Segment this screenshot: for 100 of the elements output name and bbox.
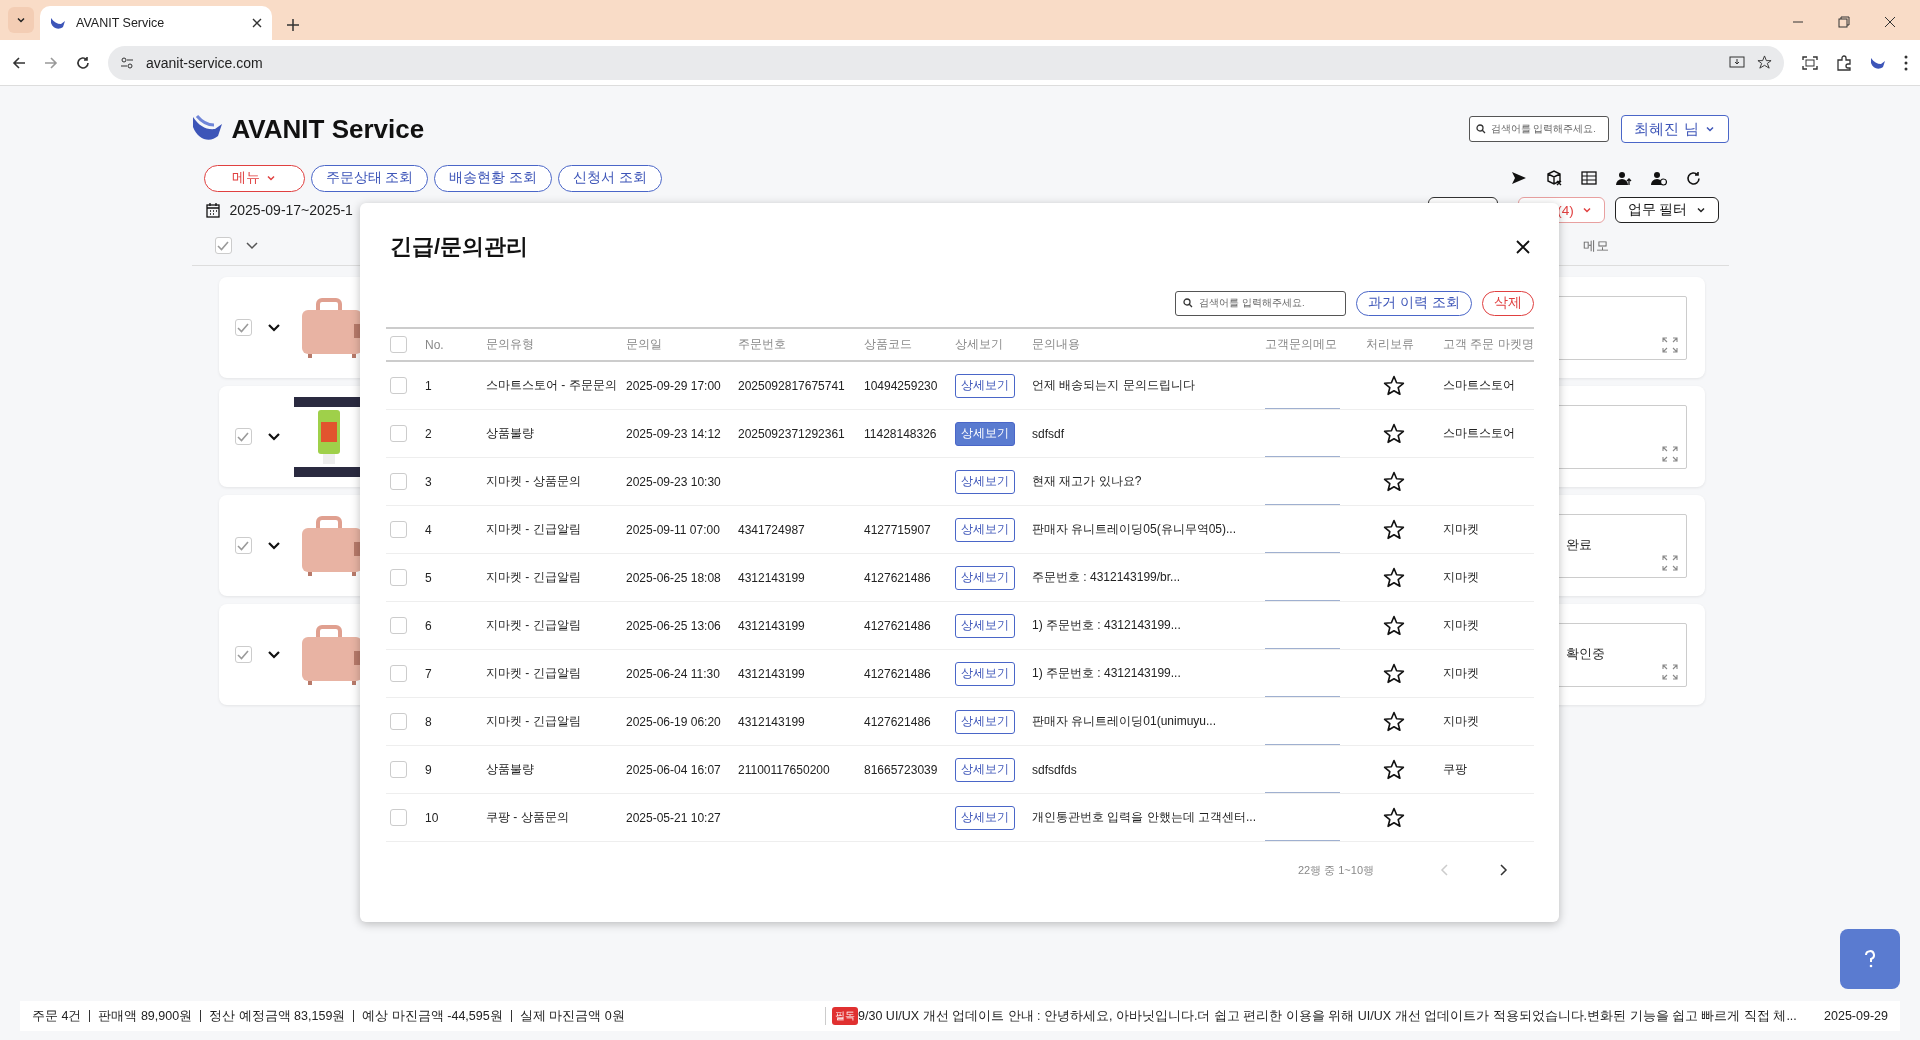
star-icon[interactable]	[1382, 519, 1405, 540]
checkbox[interactable]	[390, 761, 407, 778]
table-cell-text: 2025-05-21 10:27	[626, 810, 722, 825]
nav-button[interactable]: 신청서 조회	[558, 164, 662, 192]
checkbox[interactable]	[234, 428, 252, 445]
user-upload-icon[interactable]	[1615, 170, 1632, 186]
table-cell-text: 현재 재고가 있나요?	[1032, 473, 1143, 490]
forward-icon[interactable]	[44, 55, 58, 70]
checkbox[interactable]	[390, 809, 407, 826]
star-icon[interactable]	[1382, 807, 1405, 828]
checkbox[interactable]	[214, 237, 232, 254]
memo-text: 확인중	[1564, 646, 1605, 663]
checkbox[interactable]	[234, 319, 252, 336]
table-cell-text: sdfsdf	[1032, 426, 1065, 441]
detail-button[interactable]: 상세보기	[955, 517, 1015, 542]
table-cell-text: 10	[425, 810, 440, 825]
page-summary: 22행 중 1~10행	[1297, 862, 1374, 878]
spreadsheet-icon[interactable]	[1580, 170, 1597, 186]
help-button[interactable]	[1840, 929, 1900, 989]
checkbox[interactable]	[390, 521, 407, 538]
column-header: 문의일	[626, 336, 663, 353]
table-cell-text: 지마켓 - 긴급알림	[486, 521, 582, 538]
puzzle-icon[interactable]	[1836, 54, 1852, 71]
address-bar[interactable]: avanit-service.com	[108, 45, 1784, 80]
close-icon[interactable]	[1516, 240, 1530, 254]
star-icon[interactable]	[1382, 711, 1405, 732]
screen-capture-icon[interactable]	[1802, 55, 1818, 70]
menu-button[interactable]: 메뉴	[203, 164, 305, 192]
restore-icon[interactable]	[1838, 16, 1850, 28]
expand-icon[interactable]	[1661, 554, 1678, 571]
checkbox[interactable]	[390, 617, 407, 634]
box-icon[interactable]	[1545, 170, 1562, 186]
checkbox[interactable]	[234, 537, 252, 554]
search-field[interactable]: 검색어를 입력해주세요.	[1468, 116, 1609, 142]
install-icon[interactable]	[1729, 55, 1745, 70]
table-cell-text: 4341724987	[738, 522, 806, 537]
table-cell-text: 지마켓	[1443, 665, 1480, 682]
back-icon[interactable]	[12, 55, 26, 70]
star-icon[interactable]	[1382, 471, 1405, 492]
checkbox[interactable]	[234, 646, 252, 663]
table-cell-text: 스마트스토어 - 주문문의	[486, 377, 618, 394]
detail-button[interactable]: 상세보기	[955, 613, 1015, 638]
browser-tab[interactable]: AVANIT Service	[40, 6, 272, 40]
checkbox[interactable]	[390, 569, 407, 586]
delete-button[interactable]: 삭제	[1482, 290, 1534, 316]
table-cell-text: 지마켓	[1443, 617, 1480, 634]
next-page-icon[interactable]	[1500, 864, 1508, 876]
more-icon[interactable]	[1904, 54, 1908, 71]
filter-button[interactable]: 업무 필터	[1614, 197, 1719, 223]
site-settings-icon[interactable]	[120, 56, 134, 69]
notice-text[interactable]: 9/30 UI/UX 개선 업데이트 안내 : 안녕하세요, 아바닛입니다.더 쉽고 편리한 이용을 위해 UI/UX 개선 업데이트가 적용되었습니다.변화된 기능을 쉽고 빠르게 직접 체...	[858, 1007, 1797, 1025]
chevron-down-icon[interactable]	[245, 241, 258, 250]
column-header: No.	[425, 337, 445, 352]
history-button[interactable]: 과거 이력 조회	[1356, 290, 1472, 316]
expand-icon[interactable]	[1661, 663, 1678, 680]
chevron-down-icon[interactable]	[266, 649, 281, 660]
detail-button[interactable]: 상세보기	[955, 805, 1015, 830]
detail-button[interactable]: 상세보기	[955, 709, 1015, 734]
checkbox[interactable]	[390, 377, 407, 394]
detail-button[interactable]: 상세보기	[955, 373, 1015, 398]
close-icon[interactable]	[252, 18, 262, 28]
star-icon[interactable]	[1382, 759, 1405, 780]
star-icon[interactable]	[1757, 55, 1772, 70]
table-cell-text: 8	[425, 714, 433, 729]
chevron-down-icon[interactable]	[266, 540, 281, 551]
user-clock-icon[interactable]	[1650, 170, 1667, 186]
star-icon[interactable]	[1382, 615, 1405, 636]
user-menu-button[interactable]: 최혜진 님	[1620, 115, 1729, 143]
chevron-down-icon[interactable]	[266, 431, 281, 442]
table-cell-text: 2025-09-23 10:30	[626, 474, 722, 489]
nav-button[interactable]: 배송현황 조회	[434, 164, 553, 192]
detail-button[interactable]: 상세보기	[955, 469, 1015, 494]
calendar-icon[interactable]	[205, 202, 220, 218]
detail-button[interactable]: 상세보기	[955, 565, 1015, 590]
checkbox[interactable]	[390, 713, 407, 730]
refresh-icon[interactable]	[1685, 170, 1701, 186]
search-field[interactable]: 검색어를 입력해주세요.	[1175, 290, 1347, 316]
star-icon[interactable]	[1382, 375, 1405, 396]
reload-icon[interactable]	[76, 55, 90, 70]
detail-button[interactable]: 상세보기	[955, 757, 1015, 782]
expand-icon[interactable]	[1661, 445, 1678, 462]
new-tab-icon[interactable]	[286, 18, 300, 32]
expand-icon[interactable]	[1661, 336, 1678, 353]
table-cell-text: 3	[425, 474, 433, 489]
checkbox[interactable]	[390, 473, 407, 490]
detail-button[interactable]: 상세보기	[955, 421, 1015, 446]
close-icon[interactable]	[1884, 16, 1896, 28]
nav-button[interactable]: 주문상태 조회	[310, 164, 429, 192]
star-icon[interactable]	[1382, 567, 1405, 588]
star-icon[interactable]	[1382, 663, 1405, 684]
checkbox[interactable]	[390, 665, 407, 682]
star-icon[interactable]	[1382, 423, 1405, 444]
date-range[interactable]: 2025-09-17~2025-1	[229, 202, 353, 218]
chevron-down-icon[interactable]	[266, 322, 281, 333]
summary-stat: 판매액 89,900원	[89, 1010, 201, 1022]
table-cell-text: 81665723039	[864, 762, 939, 777]
send-icon[interactable]	[1510, 171, 1527, 185]
checkbox[interactable]	[390, 425, 407, 442]
detail-button[interactable]: 상세보기	[955, 661, 1015, 686]
checkbox[interactable]	[390, 336, 407, 353]
